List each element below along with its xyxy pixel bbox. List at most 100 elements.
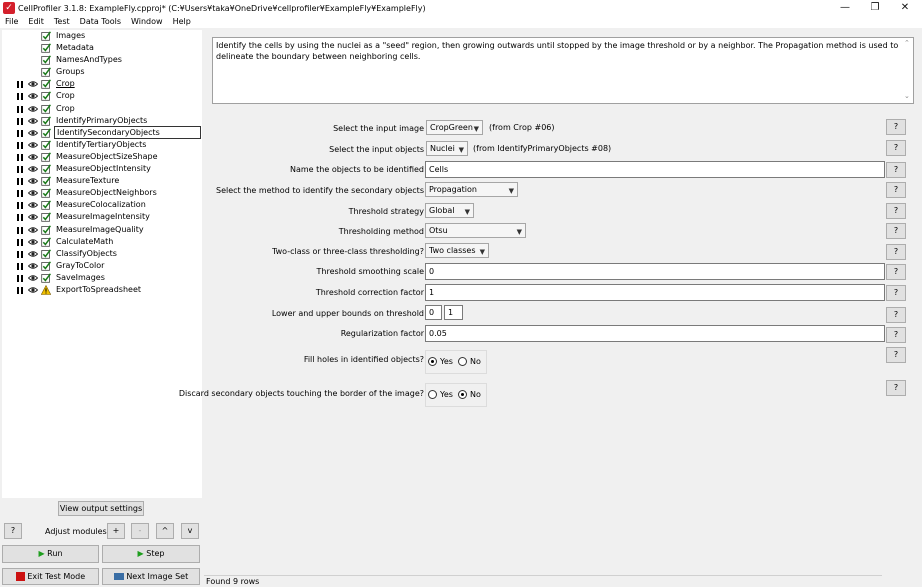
pause-icon[interactable] bbox=[17, 117, 23, 125]
pause-icon[interactable] bbox=[17, 286, 23, 294]
eye-icon[interactable] bbox=[28, 140, 38, 150]
module-row[interactable]: MeasureObjectSizeShape bbox=[2, 151, 202, 163]
input-image-help-button[interactable]: ? bbox=[886, 119, 906, 135]
correction-factor-help-button[interactable]: ? bbox=[886, 285, 906, 301]
eye-icon[interactable] bbox=[28, 116, 38, 126]
module-row[interactable]: Crop bbox=[2, 78, 202, 90]
move-module-down-button[interactable]: v bbox=[181, 523, 199, 539]
eye-icon[interactable] bbox=[28, 152, 38, 162]
run-button[interactable]: ▶ Run bbox=[2, 545, 99, 563]
input-image-select[interactable]: CropGreen ▼ bbox=[426, 120, 483, 135]
next-image-set-button[interactable]: Next Image Set bbox=[102, 568, 200, 585]
step-button[interactable]: ▶ Step bbox=[102, 545, 200, 563]
module-row[interactable]: ExportToSpreadsheet bbox=[2, 284, 202, 296]
remove-module-button[interactable]: - bbox=[131, 523, 149, 539]
view-output-settings-button[interactable]: View output settings bbox=[58, 501, 144, 516]
help-scrollbar[interactable]: ⌃ ⌄ bbox=[903, 38, 913, 103]
smoothing-scale-input[interactable]: 0 bbox=[425, 263, 885, 280]
minimize-button[interactable]: — bbox=[831, 0, 859, 16]
objects-name-input[interactable]: Cells bbox=[425, 161, 885, 178]
module-row[interactable]: MeasureImageQuality bbox=[2, 224, 202, 236]
menu-test[interactable]: Test bbox=[49, 16, 75, 28]
two-three-class-help-button[interactable]: ? bbox=[886, 244, 906, 260]
pause-icon[interactable] bbox=[17, 105, 23, 113]
eye-icon[interactable] bbox=[28, 273, 38, 283]
add-module-button[interactable]: + bbox=[107, 523, 125, 539]
move-module-up-button[interactable]: ^ bbox=[156, 523, 174, 539]
eye-icon[interactable] bbox=[28, 249, 38, 259]
eye-icon[interactable] bbox=[28, 200, 38, 210]
input-objects-help-button[interactable]: ? bbox=[886, 140, 906, 156]
lower-bound-input[interactable]: 0 bbox=[425, 305, 442, 320]
menu-data-tools[interactable]: Data Tools bbox=[75, 16, 126, 28]
threshold-strategy-select[interactable]: Global ▼ bbox=[425, 203, 474, 218]
menu-edit[interactable]: Edit bbox=[23, 16, 49, 28]
eye-icon[interactable] bbox=[28, 79, 38, 89]
pipeline-help-button[interactable]: ? bbox=[4, 523, 22, 539]
fill-holes-yes-radio[interactable]: Yes bbox=[428, 357, 453, 366]
module-row[interactable]: MeasureObjectNeighbors bbox=[2, 187, 202, 199]
module-row[interactable]: Metadata bbox=[2, 42, 202, 54]
objects-name-help-button[interactable]: ? bbox=[886, 162, 906, 178]
scroll-up-icon[interactable]: ⌃ bbox=[904, 38, 910, 49]
menu-help[interactable]: Help bbox=[168, 16, 196, 28]
module-row[interactable]: MeasureTexture bbox=[2, 175, 202, 187]
eye-icon[interactable] bbox=[28, 176, 38, 186]
pause-icon[interactable] bbox=[17, 274, 23, 282]
module-row[interactable]: MeasureImageIntensity bbox=[2, 211, 202, 223]
eye-icon[interactable] bbox=[28, 104, 38, 114]
pause-icon[interactable] bbox=[17, 226, 23, 234]
threshold-strategy-help-button[interactable]: ? bbox=[886, 203, 906, 219]
thresholding-method-help-button[interactable]: ? bbox=[886, 223, 906, 239]
module-row[interactable]: Groups bbox=[2, 66, 202, 78]
method-help-button[interactable]: ? bbox=[886, 182, 906, 198]
module-row[interactable]: CalculateMath bbox=[2, 236, 202, 248]
pause-icon[interactable] bbox=[17, 141, 23, 149]
module-row[interactable]: Crop bbox=[2, 90, 202, 102]
module-row[interactable]: IdentifyTertiaryObjects bbox=[2, 139, 202, 151]
menu-file[interactable]: File bbox=[0, 16, 23, 28]
method-select[interactable]: Propagation ▼ bbox=[425, 182, 518, 197]
pause-icon[interactable] bbox=[17, 129, 23, 137]
pause-icon[interactable] bbox=[17, 93, 23, 101]
eye-icon[interactable] bbox=[28, 237, 38, 247]
module-row[interactable]: ClassifyObjects bbox=[2, 248, 202, 260]
close-button[interactable]: ✕ bbox=[891, 0, 919, 16]
regularization-help-button[interactable]: ? bbox=[886, 327, 906, 343]
pause-icon[interactable] bbox=[17, 214, 23, 222]
pause-icon[interactable] bbox=[17, 178, 23, 186]
eye-icon[interactable] bbox=[28, 164, 38, 174]
fill-holes-no-radio[interactable]: No bbox=[458, 357, 481, 366]
two-three-class-select[interactable]: Two classes ▼ bbox=[425, 243, 489, 258]
smoothing-scale-help-button[interactable]: ? bbox=[886, 264, 906, 280]
exit-test-mode-button[interactable]: Exit Test Mode bbox=[2, 568, 99, 585]
module-row[interactable]: Crop bbox=[2, 103, 202, 115]
discard-border-help-button[interactable]: ? bbox=[886, 380, 906, 396]
restore-button[interactable]: ❐ bbox=[861, 0, 889, 16]
module-row[interactable]: MeasureObjectIntensity bbox=[2, 163, 202, 175]
pause-icon[interactable] bbox=[17, 238, 23, 246]
eye-icon[interactable] bbox=[28, 212, 38, 222]
module-row[interactable]: IdentifySecondaryObjects bbox=[2, 125, 202, 139]
discard-border-no-radio[interactable]: No bbox=[458, 390, 481, 399]
eye-icon[interactable] bbox=[28, 188, 38, 198]
pause-icon[interactable] bbox=[17, 81, 23, 89]
pause-icon[interactable] bbox=[17, 262, 23, 270]
eye-icon[interactable] bbox=[28, 285, 38, 295]
eye-icon[interactable] bbox=[28, 91, 38, 101]
regularization-input[interactable]: 0.05 bbox=[425, 325, 885, 342]
menu-window[interactable]: Window bbox=[126, 16, 168, 28]
threshold-bounds-help-button[interactable]: ? bbox=[886, 307, 906, 323]
pause-icon[interactable] bbox=[17, 250, 23, 258]
upper-bound-input[interactable]: 1 bbox=[444, 305, 463, 320]
module-row[interactable]: GrayToColor bbox=[2, 260, 202, 272]
discard-border-yes-radio[interactable]: Yes bbox=[428, 390, 453, 399]
pause-icon[interactable] bbox=[17, 153, 23, 161]
eye-icon[interactable] bbox=[28, 128, 38, 138]
pause-icon[interactable] bbox=[17, 190, 23, 198]
fill-holes-help-button[interactable]: ? bbox=[886, 347, 906, 363]
module-row[interactable]: NamesAndTypes bbox=[2, 54, 202, 66]
module-row[interactable]: MeasureColocalization bbox=[2, 199, 202, 211]
eye-icon[interactable] bbox=[28, 261, 38, 271]
module-row[interactable]: Images bbox=[2, 30, 202, 42]
